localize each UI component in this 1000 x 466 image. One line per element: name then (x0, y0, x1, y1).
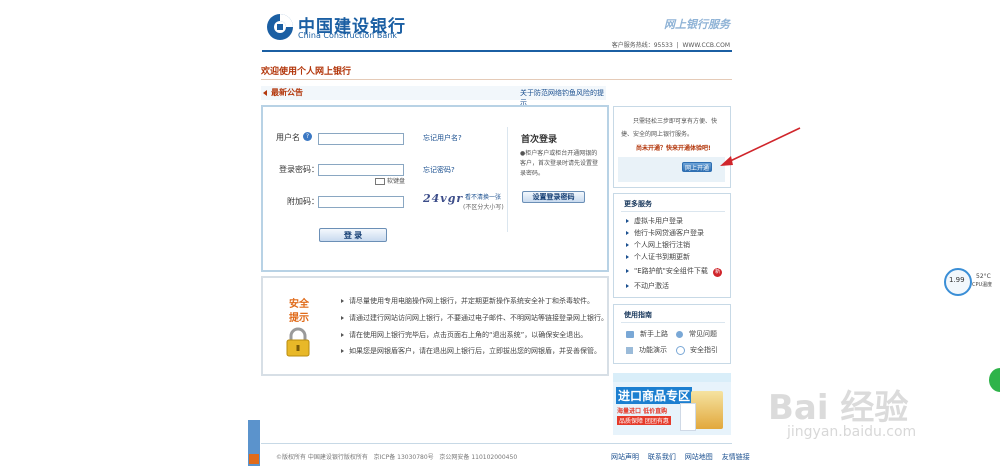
captcha-image: 24vgr (423, 192, 464, 205)
service-item[interactable]: 个人证书到期更新 (626, 252, 690, 262)
login-panel: 用户名 ? 忘记用户名? 登录密码： 忘记密码? 软键盘 附加码： 24vgr … (261, 105, 609, 272)
cpu-temp: 52°C (976, 273, 991, 280)
password-label: 登录密码： (279, 165, 319, 174)
online-open-button[interactable]: 网上开通 (682, 162, 712, 172)
notice-arrow-icon (263, 90, 267, 96)
service-title: 网上银行服务 (664, 18, 730, 31)
banner-top-strip (613, 373, 731, 382)
welcome-divider (261, 79, 732, 80)
more-services-title: 更多服务 (624, 200, 652, 208)
security-title-2: 提示 (289, 313, 309, 324)
banner-line2: 海量进口 低价直购 (617, 408, 668, 415)
footer-link[interactable]: 网站地图 (685, 453, 713, 461)
red-arrow-icon (720, 127, 801, 166)
footer-links: 网站声明 联系我们 网站地图 友情链接 (611, 452, 750, 462)
security-panel: 安全 提示 请尽量使用专用电脑操作网上银行，并定期更新操作系统安全补丁和杀毒软件… (261, 276, 609, 376)
more-services-divider (621, 211, 725, 212)
captcha-input[interactable] (318, 196, 404, 208)
forgot-username-link[interactable]: 忘记用户名? (423, 133, 462, 143)
set-password-button[interactable]: 设置登录密码 (522, 191, 585, 203)
username-input[interactable] (318, 133, 404, 145)
security-tip: 请在使用网上银行完毕后，点击页面右上角的“退出系统”，以确保安全退出。 (341, 330, 587, 340)
banner-product-image-2 (680, 403, 696, 431)
guide-demo[interactable]: 功能演示 (626, 345, 667, 355)
footer-link[interactable]: 网站声明 (611, 453, 639, 461)
service-item[interactable]: 他行卡网贷通客户登录 (626, 228, 704, 238)
guide-divider (621, 322, 725, 323)
help-icon[interactable]: ? (303, 132, 312, 141)
guide-beginner[interactable]: 新手上路 (626, 329, 668, 339)
import-goods-banner[interactable]: 进口商品专区 海量进口 低价直购 品质保障 团团有惠 (613, 373, 731, 435)
cpu-widget[interactable]: 1.99 52°C CPU温度 (944, 268, 998, 296)
service-item[interactable]: 个人网上银行注销 (626, 240, 690, 250)
new-badge: 新 (713, 268, 723, 277)
promo-text: 只需轻松三步即可享有方便、快捷、安全的网上银行服务。 (621, 118, 718, 138)
green-widget-icon[interactable] (989, 368, 1000, 392)
captcha-label: 附加码： (287, 197, 319, 206)
beginner-icon (626, 330, 634, 338)
promo-question: 尚未开通？快来开通体验吧! (636, 145, 711, 152)
service-item[interactable]: 虚拟卡用户登录 (626, 216, 683, 226)
footer-left: ©版权所有 中国建设银行版权所有 京ICP备 13030780号 京公网安备 1… (276, 454, 518, 461)
demo-icon (626, 346, 633, 354)
watermark-url: jingyan.baidu.com (787, 424, 917, 440)
lock-icon (286, 327, 310, 357)
security-tip: 请尽量使用专用电脑操作网上银行，并定期更新操作系统安全补丁和杀毒软件。 (341, 296, 594, 306)
username-label: 用户名 (276, 133, 300, 142)
first-login-desc: ●柜户客户或柜台开通网银的客户，首次登录时请先设置登录密码。 (520, 150, 599, 177)
header: 中国建设银行 China Construction Bank 网上银行服务 客户… (262, 8, 732, 54)
ccb-logo-icon (267, 14, 293, 40)
footer-link[interactable]: 联系我们 (648, 453, 676, 461)
notice-label: 最新公告 (271, 88, 303, 97)
security-tip: 请通过建行网站访问网上银行，不要通过电子邮件、不明网站等链接登录网上银行。 (341, 313, 608, 323)
notice-bar: 最新公告 关于防范网络钓鱼风险的提示 (261, 86, 606, 107)
service-item[interactable]: 不动户激活 (626, 281, 669, 291)
forgot-password-link[interactable]: 忘记密码? (423, 165, 455, 175)
login-button[interactable]: 登 录 (319, 228, 387, 242)
soft-keyboard-button[interactable]: 软键盘 (375, 176, 405, 185)
security-tip: 如果您是网银盾客户，请在退出网上银行后，立即拔出您的网银盾，并妥善保管。 (341, 346, 601, 356)
faq-icon (676, 330, 683, 338)
banner-title: 进口商品专区 (616, 387, 693, 404)
welcome-title: 欢迎使用个人网上银行 (261, 67, 352, 77)
guide-panel: 使用指南 新手上路 常见问题 功能演示 安全指引 (613, 304, 731, 364)
cpu-percent: 1.99 (949, 276, 965, 284)
security-title-1: 安全 (289, 299, 309, 310)
password-input[interactable] (318, 164, 404, 176)
captcha-refresh-link[interactable]: 看不清换一张 (465, 192, 501, 201)
guide-security[interactable]: 安全指引 (676, 345, 718, 355)
watermark-brand: Bai 经验 (768, 388, 909, 428)
guide-faq[interactable]: 常见问题 (676, 329, 717, 339)
side-feedback-badge (249, 454, 259, 464)
footer-divider (261, 443, 732, 444)
logo-en: China Construction Bank (298, 31, 397, 40)
more-services-panel: 更多服务 虚拟卡用户登录 他行卡网贷通客户登录 个人网上银行注销 个人证书到期更… (613, 193, 731, 298)
cpu-label: CPU温度 (972, 282, 993, 288)
guide-title: 使用指南 (624, 311, 652, 319)
header-divider (262, 50, 732, 52)
service-item[interactable]: "E路护航"安全组件下载 新 (626, 266, 723, 277)
banner-line3: 品质保障 团团有惠 (617, 416, 671, 425)
first-login-divider (507, 127, 508, 232)
captcha-hint: (不区分大小写) (463, 204, 504, 211)
security-guide-icon (676, 345, 685, 355)
keyboard-icon (375, 178, 385, 185)
first-login-title: 首次登录 (521, 135, 558, 145)
footer-link[interactable]: 友情链接 (722, 453, 750, 461)
